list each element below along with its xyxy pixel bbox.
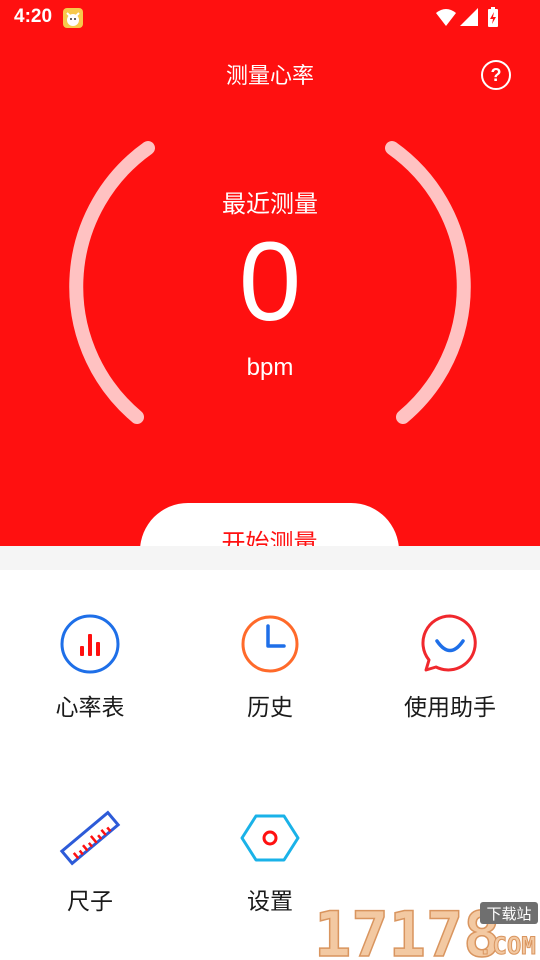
svg-text:17178: 17178: [314, 898, 501, 960]
menu-item-label: 尺子: [67, 889, 113, 915]
menu-item-history[interactable]: 历史: [180, 612, 360, 732]
status-time: 4:20: [14, 6, 53, 27]
ruler-icon: [59, 810, 121, 866]
chat-smile-icon: [421, 614, 477, 672]
site-watermark-logo: 17178 下载站 .COM: [313, 898, 538, 960]
settings-hexagon-icon: [240, 814, 300, 862]
signal-icon: [460, 8, 478, 26]
menu-item-label: 心率表: [55, 695, 125, 721]
wifi-icon: [436, 9, 456, 26]
start-measure-button[interactable]: 开始测量: [140, 503, 399, 546]
measurement-panel: 测量心率 ? 最近测量 0 bpm 开始测量: [0, 36, 540, 546]
menu-item-assistant[interactable]: 使用助手: [360, 612, 540, 732]
svg-text:下载站: 下载站: [486, 905, 531, 923]
menu-item-ruler[interactable]: 尺子: [0, 806, 180, 926]
bpm-unit: bpm: [246, 354, 294, 381]
recent-measurement-label: 最近测量: [222, 190, 318, 218]
bpm-value: 0: [238, 219, 302, 344]
status-icons: [436, 7, 498, 27]
clock-icon: [241, 615, 299, 673]
menu-item-label: 历史: [247, 695, 293, 721]
svg-text:.COM: .COM: [478, 932, 536, 960]
menu-item-heart-rate-table[interactable]: 心率表: [0, 612, 180, 732]
chart-icon: [60, 614, 120, 674]
battery-charging-icon: [488, 7, 498, 27]
section-divider: [0, 546, 540, 570]
app-notification-icon: [63, 8, 83, 28]
status-bar: 4:20: [0, 0, 540, 36]
menu-item-label: 使用助手: [404, 695, 496, 721]
